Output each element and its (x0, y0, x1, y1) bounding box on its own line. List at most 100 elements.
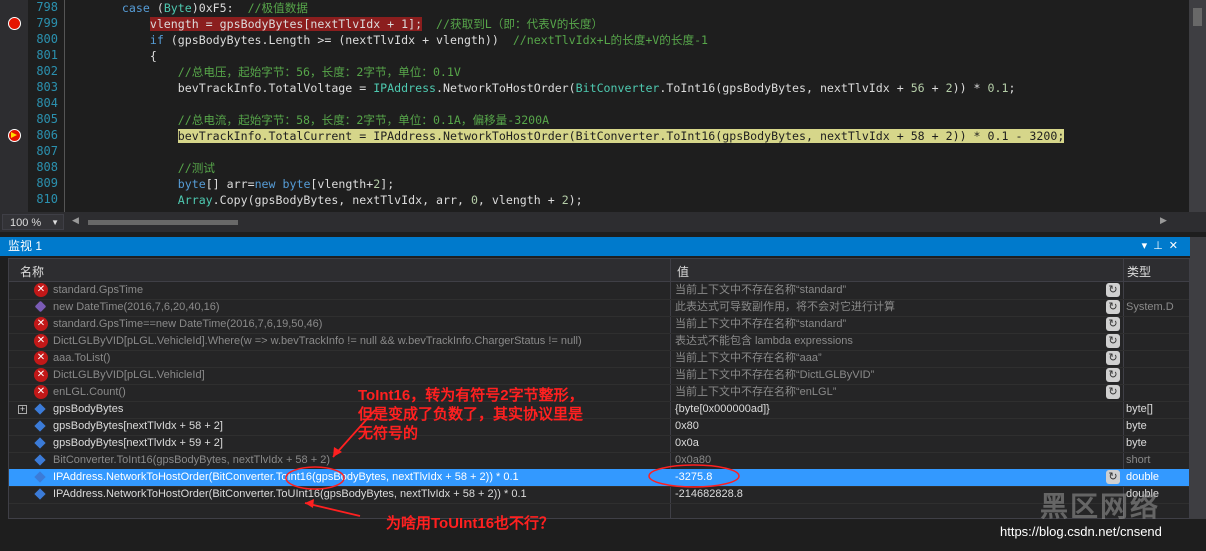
watch-value[interactable]: 当前上下文中不存在名称“aaa” (675, 350, 822, 367)
code-editor[interactable]: 798 case (Byte)0xF5: //极值数据 799 vlength =… (0, 0, 1206, 212)
watch-row[interactable]: ✕ DictLGLByVID[pLGL.VehicleId].Where(w =>… (9, 333, 1189, 351)
dropdown-icon[interactable]: ▾ (1142, 240, 1154, 252)
error-icon: ✕ (34, 283, 48, 297)
refresh-icon[interactable]: ↻ (1106, 470, 1120, 484)
side-effect-icon (34, 300, 47, 313)
watch-value[interactable]: 0x0a80 (675, 452, 711, 469)
code-line: bevTrackInfo.TotalVoltage = IPAddress.Ne… (94, 81, 1016, 95)
watch-expression[interactable]: enLGL.Count() (53, 384, 126, 401)
outline-margin (64, 0, 65, 212)
watch-value[interactable]: -214682828.8 (675, 486, 743, 503)
watch-type: double (1126, 471, 1160, 483)
watch-row[interactable]: IPAddress.NetworkToHostOrder(BitConverte… (9, 486, 1189, 504)
watch-row[interactable]: + gpsBodyBytes {byte[0x000000ad]} byte[] (9, 401, 1189, 419)
column-header-value[interactable]: 值 (677, 263, 689, 280)
scrollbar-thumb[interactable] (1193, 8, 1202, 26)
line-number: 799 (36, 16, 58, 30)
refresh-icon[interactable]: ↻ (1106, 368, 1120, 382)
watch-type: byte (1126, 437, 1147, 449)
watch-row[interactable]: new DateTime(2016,7,6,20,40,16) 此表达式可导致副作… (9, 299, 1189, 317)
close-icon[interactable]: ✕ (1169, 240, 1184, 252)
code-line: case (Byte)0xF5: //极值数据 (121, 1, 308, 15)
line-number: 801 (36, 48, 58, 62)
watch-value[interactable]: 当前上下文中不存在名称“DictLGLByVID” (675, 367, 874, 384)
refresh-icon[interactable]: ↻ (1106, 317, 1120, 331)
horizontal-scrollbar-thumb[interactable] (88, 220, 238, 225)
scroll-left-icon[interactable]: ◀ (72, 216, 79, 226)
refresh-icon[interactable]: ↻ (1106, 351, 1120, 365)
watch-grid[interactable]: 名称 值 类型 ✕ standard.GpsTime 当前上下文中不存在名称“sta… (8, 258, 1190, 519)
watch-value[interactable]: 0x0a (675, 435, 699, 452)
watch-expression[interactable]: gpsBodyBytes[nextTlvIdx + 59 + 2] (53, 435, 223, 452)
annotation-line: ToInt16，转为有符号2字节整形， (358, 387, 584, 404)
watch-expression[interactable]: gpsBodyBytes (53, 401, 123, 418)
scroll-right-icon[interactable]: ▶ (1160, 216, 1167, 226)
annotation-note-uint16: 为啥用ToUInt16也不行？ (386, 515, 555, 532)
watch-value[interactable]: 当前上下文中不存在名称“standard” (675, 316, 846, 333)
watch-vertical-scrollbar[interactable] (1190, 237, 1206, 519)
watch-row[interactable]: ✕ aaa.ToList() 当前上下文中不存在名称“aaa” ↻ (9, 350, 1189, 368)
watch-expression[interactable]: IPAddress.NetworkToHostOrder(BitConverte… (53, 486, 527, 503)
watch-value[interactable]: 当前上下文中不存在名称“standard” (675, 282, 846, 299)
watch-type: byte[] (1126, 403, 1153, 415)
refresh-icon[interactable]: ↻ (1106, 334, 1120, 348)
pin-icon[interactable]: ⊥ (1153, 240, 1169, 252)
watch-header: 名称 值 类型 (9, 259, 1189, 282)
zoom-level: 100 % (10, 217, 42, 229)
line-number: 798 (36, 0, 58, 14)
watch-expression[interactable]: standard.GpsTime==new DateTime(2016,7,6,… (53, 316, 322, 333)
variable-icon (34, 420, 46, 432)
error-icon: ✕ (34, 317, 48, 331)
watch-row[interactable]: ✕ DictLGLByVID[pLGL.VehicleId] 当前上下文中不存在名称… (9, 367, 1189, 385)
code-line: //总电流，起始字节：58，长度：2字节，单位：0.1A，偏移量-3200A (177, 113, 550, 127)
watch-row[interactable]: ✕ enLGL.Count() 当前上下文中不存在名称“enLGL” ↻ (9, 384, 1189, 402)
watch-expression[interactable]: new DateTime(2016,7,6,20,40,16) (53, 299, 220, 316)
line-number: 807 (36, 144, 58, 158)
refresh-icon[interactable]: ↻ (1106, 283, 1120, 297)
annotation-note-signed: ToInt16，转为有符号2字节整形， 但是变成了负数了，其实协议里是 无符号的 (358, 386, 584, 443)
variable-icon (34, 437, 46, 449)
watch-row[interactable]: gpsBodyBytes[nextTlvIdx + 59 + 2] 0x0a byt… (9, 435, 1189, 453)
watch-type: System.D (1126, 301, 1174, 313)
column-header-type[interactable]: 类型 (1127, 263, 1151, 280)
watch-value[interactable]: -3275.8 (675, 469, 712, 486)
code-line: //总电压，起始字节：56，长度：2字节，单位：0.1V (177, 65, 461, 79)
refresh-icon[interactable]: ↻ (1106, 385, 1120, 399)
code-line: byte[] arr=new byte[vlength+2]; (177, 177, 395, 191)
annotation-line: 无符号的 (358, 425, 419, 442)
current-statement-breakpoint-icon[interactable] (8, 129, 21, 142)
annotation-line: 但是变成了负数了，其实协议里是 (358, 406, 584, 423)
editor-vertical-scrollbar[interactable] (1189, 0, 1206, 212)
breakpoint-icon[interactable] (8, 17, 21, 30)
expand-icon[interactable]: + (18, 405, 27, 414)
watch-value[interactable]: {byte[0x000000ad]} (675, 401, 770, 418)
column-header-name[interactable]: 名称 (20, 263, 44, 280)
watch-value[interactable]: 0x80 (675, 418, 699, 435)
watch-expression[interactable]: DictLGLByVID[pLGL.VehicleId] (53, 367, 205, 384)
breakpoint-gutter[interactable] (0, 0, 28, 212)
watch-expression[interactable]: DictLGLByVID[pLGL.VehicleId].Where(w => … (53, 333, 582, 350)
line-number: 800 (36, 32, 58, 46)
error-icon: ✕ (34, 385, 48, 399)
watch-value[interactable]: 此表达式可导致副作用，将不会对它进行计算 (675, 299, 895, 316)
watch-value[interactable]: 表达式不能包含 lambda expressions (675, 333, 853, 350)
error-icon: ✕ (34, 351, 48, 365)
watch-expression[interactable]: gpsBodyBytes[nextTlvIdx + 58 + 2] (53, 418, 223, 435)
watch-expression[interactable]: standard.GpsTime (53, 282, 143, 299)
refresh-icon[interactable]: ↻ (1106, 300, 1120, 314)
watch-expression[interactable]: BitConverter.ToInt16(gpsBodyBytes, nextT… (53, 452, 330, 469)
watch-expression[interactable]: aaa.ToList() (53, 350, 110, 367)
watch-panel-title-bar[interactable]: 监视 1 ▾⊥✕ (0, 237, 1190, 256)
watch-row[interactable]: IPAddress.NetworkToHostOrder(BitConverte… (9, 469, 1189, 487)
code-line: Array.Copy(gpsBodyBytes, nextTlvIdx, arr… (177, 193, 583, 207)
variable-icon (34, 454, 46, 466)
line-number: 806 (36, 128, 58, 142)
watch-expression[interactable]: IPAddress.NetworkToHostOrder(BitConverte… (53, 469, 519, 486)
watch-value[interactable]: 当前上下文中不存在名称“enLGL” (675, 384, 836, 401)
zoom-dropdown[interactable]: 100 % ▼ (2, 214, 64, 230)
watch-row[interactable]: ✕ standard.GpsTime 当前上下文中不存在名称“standard” ↻ (9, 282, 1189, 300)
watch-row[interactable]: gpsBodyBytes[nextTlvIdx + 58 + 2] 0x80 byt… (9, 418, 1189, 436)
watch-row[interactable]: BitConverter.ToInt16(gpsBodyBytes, nextT… (9, 452, 1189, 470)
watch-row[interactable]: ✕ standard.GpsTime==new DateTime(2016,7,6… (9, 316, 1189, 334)
line-number: 810 (36, 192, 58, 206)
